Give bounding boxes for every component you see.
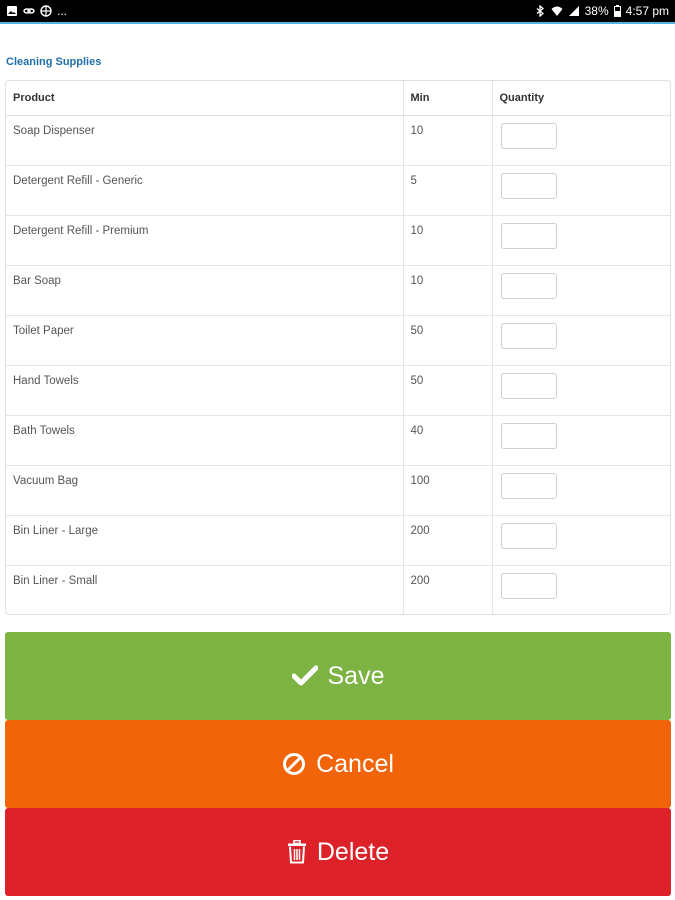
- clock: 4:57 pm: [625, 4, 669, 18]
- quantity-input[interactable]: [500, 272, 557, 299]
- quantity-input[interactable]: [500, 572, 557, 599]
- delete-button-label: Delete: [316, 837, 390, 866]
- battery-percent: 38%: [584, 4, 609, 18]
- table-row: Hand Towels 50: [6, 364, 670, 415]
- header-quantity: Quantity: [491, 81, 670, 116]
- status-bar: ... 38% 4:57 pm: [0, 0, 675, 22]
- header-product: Product: [6, 81, 403, 116]
- delete-button[interactable]: Delete: [5, 808, 671, 896]
- product-name: Hand Towels: [6, 364, 403, 415]
- status-bar-right: 38% 4:57 pm: [534, 4, 669, 18]
- table-row: Bar Soap 10: [6, 264, 670, 315]
- signal-icon: [568, 5, 580, 17]
- quantity-input[interactable]: [500, 372, 557, 399]
- min-value: 40: [402, 414, 492, 465]
- link-notification-icon: [23, 5, 35, 17]
- quantity-input[interactable]: [500, 322, 557, 349]
- min-value: 200: [402, 514, 492, 565]
- product-name: Bath Towels: [6, 414, 403, 465]
- quantity-cell: [491, 414, 670, 465]
- table-row: Bin Liner - Large 200: [6, 514, 670, 565]
- quantity-cell: [491, 564, 670, 614]
- bluetooth-icon: [534, 4, 546, 18]
- globe-notification-icon: [40, 5, 52, 17]
- table-row: Detergent Refill - Premium 10: [6, 214, 670, 265]
- quantity-cell: [491, 464, 670, 515]
- table-row: Detergent Refill - Generic 5: [6, 164, 670, 215]
- trash-icon: [287, 840, 307, 864]
- product-name: Bin Liner - Large: [6, 514, 403, 565]
- quantity-cell: [491, 514, 670, 565]
- quantity-cell: [491, 364, 670, 415]
- cancel-button-label: Cancel: [316, 749, 394, 778]
- min-value: 50: [402, 314, 492, 365]
- product-name: Bar Soap: [6, 264, 403, 315]
- check-icon: [291, 665, 318, 687]
- section-title: Cleaning Supplies: [6, 56, 102, 68]
- min-value: 5: [402, 164, 492, 215]
- quantity-input[interactable]: [500, 522, 557, 549]
- quantity-cell: [491, 115, 670, 165]
- supplies-table: Product Min Quantity Soap Dispenser 10 Det…: [5, 80, 671, 615]
- quantity-input[interactable]: [500, 422, 557, 449]
- header-min: Min: [402, 81, 492, 116]
- save-button[interactable]: Save: [5, 632, 671, 720]
- product-name: Detergent Refill - Generic: [6, 164, 403, 215]
- quantity-cell: [491, 214, 670, 265]
- min-value: 10: [402, 214, 492, 265]
- table-row: Soap Dispenser 10: [6, 115, 670, 165]
- table-header-row: Product Min Quantity: [6, 81, 670, 116]
- header-accent-line: [0, 22, 675, 24]
- table-row: Toilet Paper 50: [6, 314, 670, 365]
- table-row: Vacuum Bag 100: [6, 464, 670, 515]
- quantity-input[interactable]: [500, 172, 557, 199]
- quantity-input[interactable]: [500, 122, 557, 149]
- table-row: Bin Liner - Small 200: [6, 564, 670, 614]
- quantity-input[interactable]: [500, 472, 557, 499]
- product-name: Bin Liner - Small: [6, 564, 403, 614]
- wifi-icon: [551, 5, 563, 17]
- more-notifications: ...: [57, 4, 68, 18]
- gallery-notification-icon: [6, 5, 18, 17]
- save-button-label: Save: [327, 661, 385, 690]
- quantity-input[interactable]: [500, 222, 557, 249]
- min-value: 10: [402, 115, 492, 165]
- status-bar-left: ...: [6, 4, 67, 18]
- quantity-cell: [491, 164, 670, 215]
- product-name: Detergent Refill - Premium: [6, 214, 403, 265]
- product-name: Vacuum Bag: [6, 464, 403, 515]
- min-value: 10: [402, 264, 492, 315]
- ban-icon: [282, 752, 306, 776]
- min-value: 100: [402, 464, 492, 515]
- quantity-cell: [491, 264, 670, 315]
- product-name: Soap Dispenser: [13, 124, 95, 137]
- table-row: Bath Towels 40: [6, 414, 670, 465]
- min-value: 50: [402, 364, 492, 415]
- product-name: Toilet Paper: [6, 314, 403, 365]
- table-body: Soap Dispenser 10 Detergent Refill - Gener…: [6, 115, 670, 614]
- cancel-button[interactable]: Cancel: [5, 720, 671, 808]
- quantity-cell: [491, 314, 670, 365]
- battery-icon: [613, 5, 621, 17]
- min-value: 200: [402, 564, 492, 614]
